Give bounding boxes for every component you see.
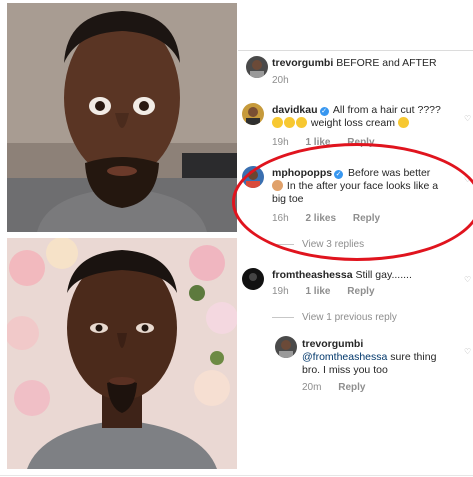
comment-time: 20h: [272, 75, 289, 86]
highlight-ellipse: [232, 143, 473, 261]
before-photo: [7, 3, 237, 232]
verified-badge-icon: ✓: [319, 107, 329, 116]
comment-username[interactable]: trevorgumbi: [272, 57, 333, 69]
comment-body: sure thing: [390, 351, 437, 363]
comment-body: All from a hair cut ????: [332, 104, 441, 116]
thinking-emoji-icon: [284, 117, 295, 128]
like-heart-icon[interactable]: ♡: [464, 276, 471, 284]
comment-body: BEFORE and AFTER: [336, 57, 437, 69]
divider: [238, 50, 473, 51]
like-heart-icon[interactable]: ♡: [464, 115, 471, 123]
reply-button[interactable]: Reply: [347, 286, 374, 297]
smile-emoji-icon: [397, 117, 409, 128]
avatar[interactable]: [246, 56, 268, 78]
mention-link[interactable]: @fromtheashessa: [302, 351, 387, 363]
comment-meta: 20m Reply: [302, 382, 379, 393]
avatar[interactable]: [242, 103, 264, 125]
like-heart-icon[interactable]: ♡: [464, 348, 471, 356]
comment-time: 19h: [272, 137, 289, 148]
comment-text: fromtheashessa Still gay.......: [272, 269, 467, 282]
comment-text: trevorgumbi @fromtheashessa sure thing b…: [302, 338, 467, 377]
comment-meta: 20h: [272, 75, 303, 86]
like-count[interactable]: 1 like: [305, 286, 330, 297]
comment-username[interactable]: davidkau: [272, 104, 318, 116]
comment-username[interactable]: trevorgumbi: [302, 338, 363, 350]
avatar[interactable]: [242, 268, 264, 290]
reply-button[interactable]: Reply: [338, 382, 365, 393]
thinking-emoji-icon: [272, 117, 283, 128]
comment-body-line2: bro. I miss you too: [302, 364, 388, 376]
avatar[interactable]: [275, 336, 297, 358]
comment-time: 20m: [302, 382, 322, 393]
thinking-emoji-icon: [296, 117, 307, 128]
comment-text: davidkau ✓ All from a hair cut ???? weigh…: [272, 104, 467, 130]
divider: [0, 475, 473, 476]
comment-time: 19h: [272, 286, 289, 297]
after-photo: [7, 238, 237, 469]
comment-body: Still gay.......: [355, 269, 412, 281]
comment-username[interactable]: fromtheashessa: [272, 269, 353, 281]
comment-meta: 19h 1 like Reply: [272, 286, 389, 297]
comment-body-line2: weight loss cream: [310, 117, 395, 129]
comment-text: trevorgumbi BEFORE and AFTER: [272, 57, 467, 70]
view-replies-link[interactable]: View 1 previous reply: [272, 312, 397, 323]
